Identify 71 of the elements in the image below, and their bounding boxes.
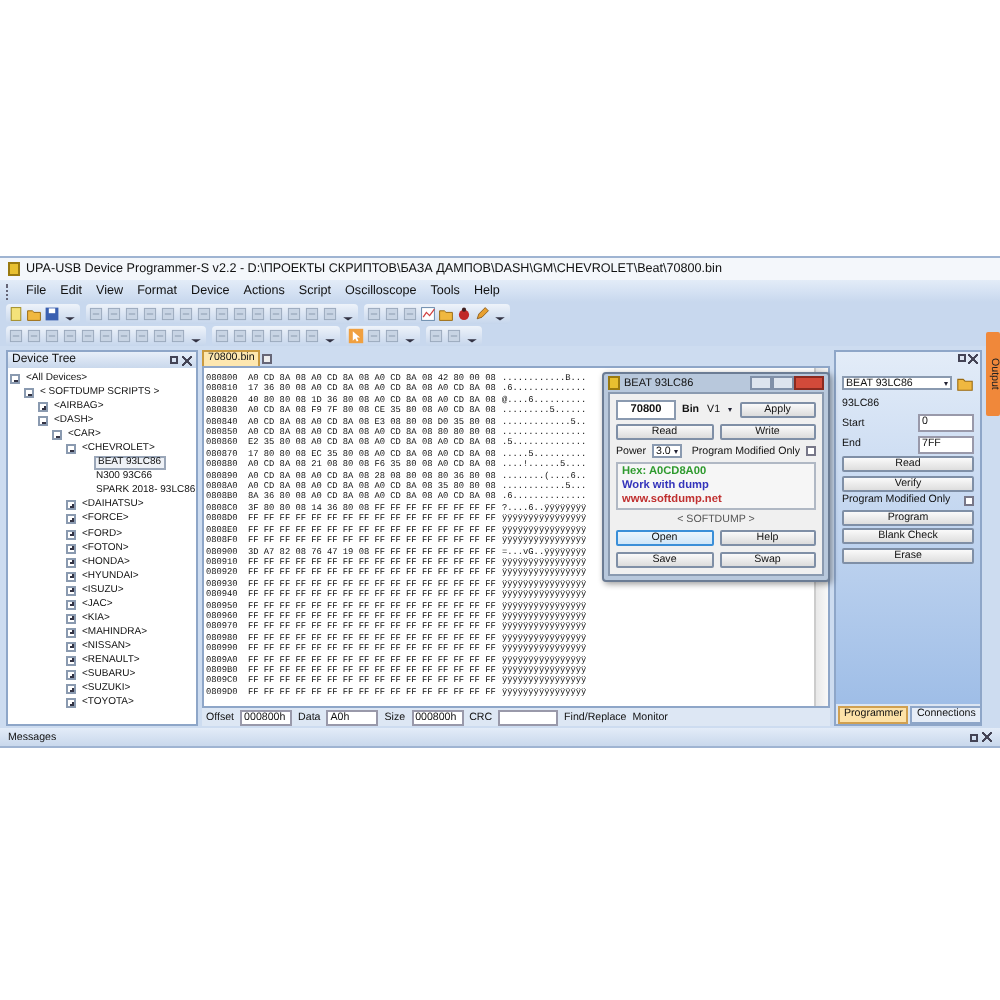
- tool-icon[interactable]: [142, 305, 158, 321]
- expand-icon[interactable]: [66, 613, 76, 624]
- close-icon[interactable]: [262, 353, 273, 363]
- tool-icon[interactable]: [366, 305, 382, 321]
- collapse-icon[interactable]: [38, 416, 48, 427]
- close-button[interactable]: [794, 376, 824, 390]
- checkbox[interactable]: [806, 446, 816, 456]
- expand-icon[interactable]: [66, 641, 76, 652]
- chart-icon[interactable]: [420, 305, 436, 321]
- expand-icon[interactable]: [66, 655, 76, 666]
- collapse-icon[interactable]: [66, 444, 76, 455]
- collapse-icon[interactable]: [10, 374, 20, 385]
- crc-field[interactable]: [498, 709, 559, 725]
- collapse-icon[interactable]: [24, 388, 34, 399]
- tool-icon[interactable]: [286, 305, 302, 321]
- tool-icon[interactable]: [250, 327, 266, 343]
- minimize-button[interactable]: [750, 376, 772, 390]
- tool-icon[interactable]: [116, 327, 132, 343]
- tool-icon[interactable]: [106, 305, 122, 321]
- close-icon[interactable]: [968, 354, 978, 364]
- tool-icon[interactable]: [160, 305, 176, 321]
- tool-icon[interactable]: [178, 305, 194, 321]
- tool-icon[interactable]: [428, 327, 444, 343]
- expand-icon[interactable]: [66, 571, 76, 582]
- collapse-icon[interactable]: [52, 430, 62, 441]
- toolbar-grip: [6, 283, 12, 299]
- expand-icon[interactable]: [66, 585, 76, 596]
- tool-icon[interactable]: [268, 305, 284, 321]
- tool-icon[interactable]: [214, 327, 230, 343]
- expand-icon[interactable]: [66, 670, 76, 680]
- maximize-button[interactable]: [772, 376, 794, 390]
- close-icon[interactable]: [982, 732, 992, 742]
- expand-icon[interactable]: [66, 543, 76, 554]
- tool-icon[interactable]: [250, 305, 266, 321]
- folder-icon[interactable]: [956, 374, 974, 392]
- tool-icon[interactable]: [366, 327, 382, 343]
- tool-icon[interactable]: [214, 305, 230, 321]
- tool-icon[interactable]: [8, 327, 24, 343]
- tool-icon[interactable]: [196, 305, 212, 321]
- tool-icon[interactable]: [286, 327, 302, 343]
- close-icon[interactable]: [182, 355, 192, 365]
- tool-icon[interactable]: [384, 305, 400, 321]
- bug-icon[interactable]: [456, 305, 472, 321]
- expand-icon[interactable]: [66, 627, 76, 638]
- tool-icon[interactable]: [26, 327, 42, 343]
- expand-icon[interactable]: [66, 514, 76, 525]
- tool-icon[interactable]: [268, 327, 284, 343]
- expand-icon[interactable]: [66, 684, 76, 695]
- tool-icon[interactable]: [124, 305, 140, 321]
- tool-icon[interactable]: [134, 327, 150, 343]
- tool-icon[interactable]: [44, 327, 60, 343]
- tool-icon[interactable]: [88, 305, 104, 321]
- tool-icon[interactable]: [232, 327, 248, 343]
- expand-icon[interactable]: [66, 557, 76, 568]
- tool-icon[interactable]: [232, 305, 248, 321]
- tool-icon[interactable]: [62, 327, 78, 343]
- expand-icon[interactable]: [66, 500, 76, 511]
- cursor-icon[interactable]: [348, 327, 364, 343]
- expand-icon[interactable]: [66, 698, 76, 709]
- expand-icon[interactable]: [66, 529, 76, 540]
- tool-icon[interactable]: [80, 327, 96, 343]
- tool-icon[interactable]: [152, 327, 168, 343]
- app-icon: [608, 376, 620, 390]
- tool-icon[interactable]: [98, 327, 114, 343]
- expand-icon[interactable]: [38, 402, 48, 413]
- expand-icon[interactable]: [66, 599, 76, 610]
- tool-icon[interactable]: [304, 305, 320, 321]
- document-icon[interactable]: [8, 305, 24, 321]
- tool-icon[interactable]: [402, 305, 418, 321]
- checkbox[interactable]: [964, 495, 974, 505]
- app-icon: [8, 262, 20, 276]
